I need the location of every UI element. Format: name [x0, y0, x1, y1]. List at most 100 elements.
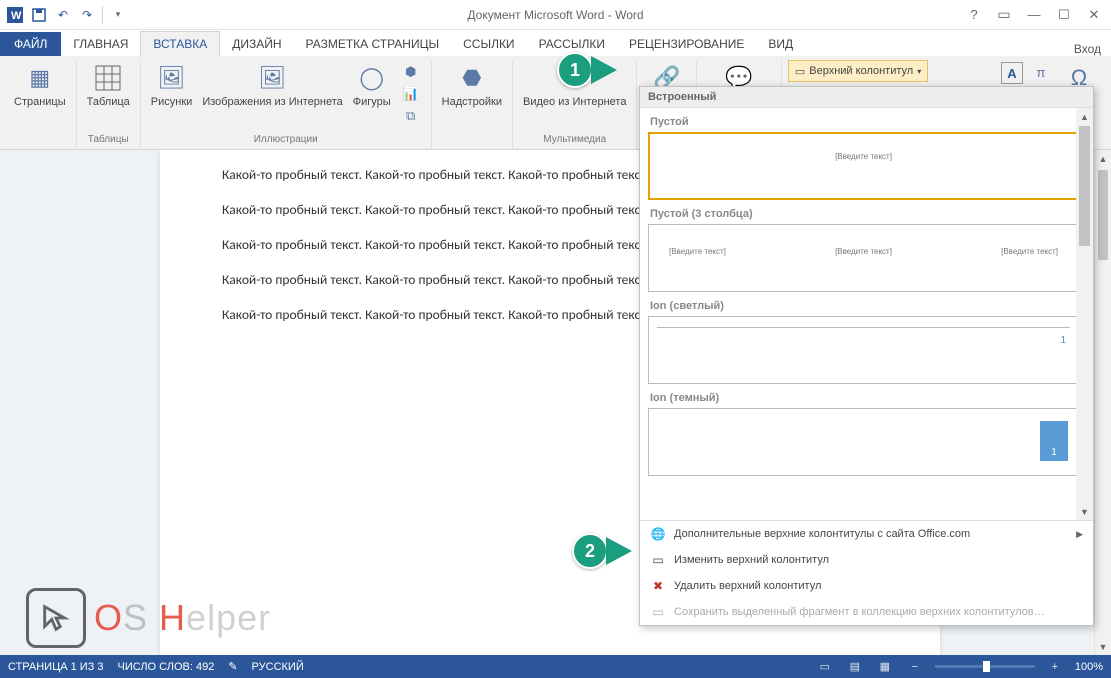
gallery-section-builtin: Встроенный — [640, 87, 1093, 108]
edit-header-button[interactable]: ▭ Изменить верхний колонтитул — [640, 547, 1093, 573]
tab-review[interactable]: РЕЦЕНЗИРОВАНИЕ — [617, 32, 756, 56]
svg-text:W: W — [11, 10, 22, 22]
signin-link[interactable]: Вход — [1074, 42, 1101, 56]
print-layout-icon[interactable]: ▤ — [845, 660, 865, 673]
header-gallery-dropdown: Встроенный Пустой [Введите текст] Пустой… — [639, 86, 1094, 626]
table-button[interactable]: Таблица — [83, 60, 134, 110]
gallery-item-3col[interactable]: [Введите текст] [Введите текст] [Введите… — [648, 224, 1079, 292]
zoom-slider[interactable] — [935, 665, 1035, 668]
addins-icon: ⬣ — [456, 62, 488, 94]
table-icon — [92, 62, 124, 94]
gallery-item-label: Пустой — [650, 116, 1079, 128]
smartart-icon[interactable]: ⬢ — [399, 62, 423, 82]
tab-references[interactable]: ССЫЛКИ — [451, 32, 526, 56]
online-pictures-label: Изображения из Интернета — [202, 96, 342, 108]
redo-icon[interactable]: ↷ — [76, 4, 98, 26]
online-pictures-icon: 🖼 — [257, 62, 289, 94]
annotation-callout-2: 2 — [572, 533, 632, 569]
illustrations-small: ⬢ 📊 ⧉ — [397, 60, 425, 128]
scroll-thumb[interactable] — [1079, 126, 1090, 246]
maximize-icon[interactable]: ☐ — [1053, 7, 1075, 23]
scroll-thumb[interactable] — [1098, 170, 1108, 260]
pages-icon: ▦ — [24, 62, 56, 94]
text-group: A — [999, 60, 1025, 86]
page-number: 1 — [1060, 335, 1066, 346]
status-word-count[interactable]: ЧИСЛО СЛОВ: 492 — [118, 661, 215, 673]
tab-file[interactable]: ФАЙЛ — [0, 32, 61, 56]
close-icon[interactable]: ✕ — [1083, 7, 1105, 23]
watermark-text: OS Helper — [94, 597, 271, 639]
decorative-line — [657, 327, 1070, 328]
status-language[interactable]: РУССКИЙ — [252, 661, 304, 673]
online-pictures-button[interactable]: 🖼 Изображения из Интернета — [198, 60, 346, 110]
zoom-thumb[interactable] — [983, 661, 990, 672]
callout-number: 2 — [572, 533, 608, 569]
gallery-item-label: Ion (темный) — [650, 392, 1079, 404]
video-label: Видео из Интернета — [523, 96, 626, 108]
window-controls: ? ▭ — ☐ ✕ — [963, 6, 1105, 23]
scroll-down-icon[interactable]: ▼ — [1076, 503, 1093, 520]
pictures-label: Рисунки — [151, 96, 193, 108]
status-page[interactable]: СТРАНИЦА 1 ИЗ 3 — [8, 661, 104, 673]
group-pages: ▦ Страницы — [4, 60, 77, 149]
qat-customize-icon[interactable]: ▾ — [107, 4, 129, 26]
equation-icon[interactable]: π — [1029, 62, 1053, 82]
status-proofing-icon[interactable]: ✎ — [228, 660, 237, 673]
scroll-up-icon[interactable]: ▲ — [1076, 108, 1093, 125]
status-right: ▭ ▤ ▦ − + 100% — [815, 660, 1103, 673]
pages-button[interactable]: ▦ Страницы — [10, 60, 70, 110]
separator — [102, 6, 103, 24]
tab-home[interactable]: ГЛАВНАЯ — [61, 32, 140, 56]
gallery-item-empty[interactable]: [Введите текст] — [648, 132, 1079, 200]
gallery-item-ion-dark[interactable]: 1 — [648, 408, 1079, 476]
header-button-label: Верхний колонтитул — [809, 65, 913, 77]
vertical-scrollbar[interactable]: ▲ ▼ — [1094, 150, 1111, 655]
header-button[interactable]: ▭ Верхний колонтитул ▾ — [788, 60, 928, 82]
ribbon-options-icon[interactable]: ▭ — [993, 6, 1015, 23]
save-icon[interactable] — [28, 4, 50, 26]
undo-icon[interactable]: ↶ — [52, 4, 74, 26]
tab-design[interactable]: ДИЗАЙН — [220, 32, 293, 56]
gallery-item-ion-light[interactable]: 1 — [648, 316, 1079, 384]
callout-number: 1 — [557, 52, 593, 88]
placeholder-text: [Введите текст] — [835, 247, 892, 256]
gallery-item-label: Пустой (3 столбца) — [650, 208, 1079, 220]
remove-header-button[interactable]: ✖ Удалить верхний колонтитул — [640, 573, 1093, 599]
scroll-up-icon[interactable]: ▲ — [1095, 150, 1111, 167]
chart-icon[interactable]: 📊 — [399, 84, 423, 104]
scroll-down-icon[interactable]: ▼ — [1095, 638, 1111, 655]
web-layout-icon[interactable]: ▦ — [875, 660, 895, 673]
zoom-value[interactable]: 100% — [1075, 661, 1103, 673]
header-icon: ▭ — [795, 65, 805, 78]
window-title: Документ Microsoft Word - Word — [0, 8, 1111, 22]
chevron-right-icon: ▶ — [1076, 529, 1083, 540]
pictures-icon: 🖼 — [156, 62, 188, 94]
screenshot-icon[interactable]: ⧉ — [399, 106, 423, 126]
more-from-office-button[interactable]: 🌐 Дополнительные верхние колонтитулы с с… — [640, 521, 1093, 547]
gallery-footer: 🌐 Дополнительные верхние колонтитулы с с… — [640, 520, 1093, 625]
annotation-callout-1: 1 — [557, 52, 617, 88]
textbox-button[interactable]: A — [1001, 62, 1023, 84]
save-selection-button: ▭ Сохранить выделенный фрагмент в коллек… — [640, 599, 1093, 625]
gallery-item-label: Ion (светлый) — [650, 300, 1079, 312]
watermark-logo: OS Helper — [26, 588, 271, 648]
read-mode-icon[interactable]: ▭ — [815, 660, 835, 673]
shapes-button[interactable]: ◯ Фигуры — [349, 60, 395, 110]
zoom-out-icon[interactable]: − — [905, 661, 925, 673]
tab-view[interactable]: ВИД — [756, 32, 805, 56]
minimize-icon[interactable]: — — [1023, 7, 1045, 22]
tab-layout[interactable]: РАЗМЕТКА СТРАНИЦЫ — [294, 32, 452, 56]
tab-insert[interactable]: ВСТАВКА — [140, 31, 220, 57]
pictures-button[interactable]: 🖼 Рисунки — [147, 60, 197, 110]
edit-header-icon: ▭ — [650, 552, 666, 568]
callout-tail — [591, 56, 617, 84]
help-icon[interactable]: ? — [963, 7, 985, 22]
illustrations-group-label: Иллюстрации — [254, 132, 318, 147]
word-app-icon[interactable]: W — [4, 4, 26, 26]
pages-label: Страницы — [14, 96, 66, 108]
shapes-icon: ◯ — [356, 62, 388, 94]
placeholder-text: [Введите текст] — [835, 152, 892, 161]
gallery-scrollbar[interactable]: ▲ ▼ — [1076, 108, 1093, 520]
addins-button[interactable]: ⬣ Надстройки — [438, 60, 506, 110]
zoom-in-icon[interactable]: + — [1045, 661, 1065, 673]
